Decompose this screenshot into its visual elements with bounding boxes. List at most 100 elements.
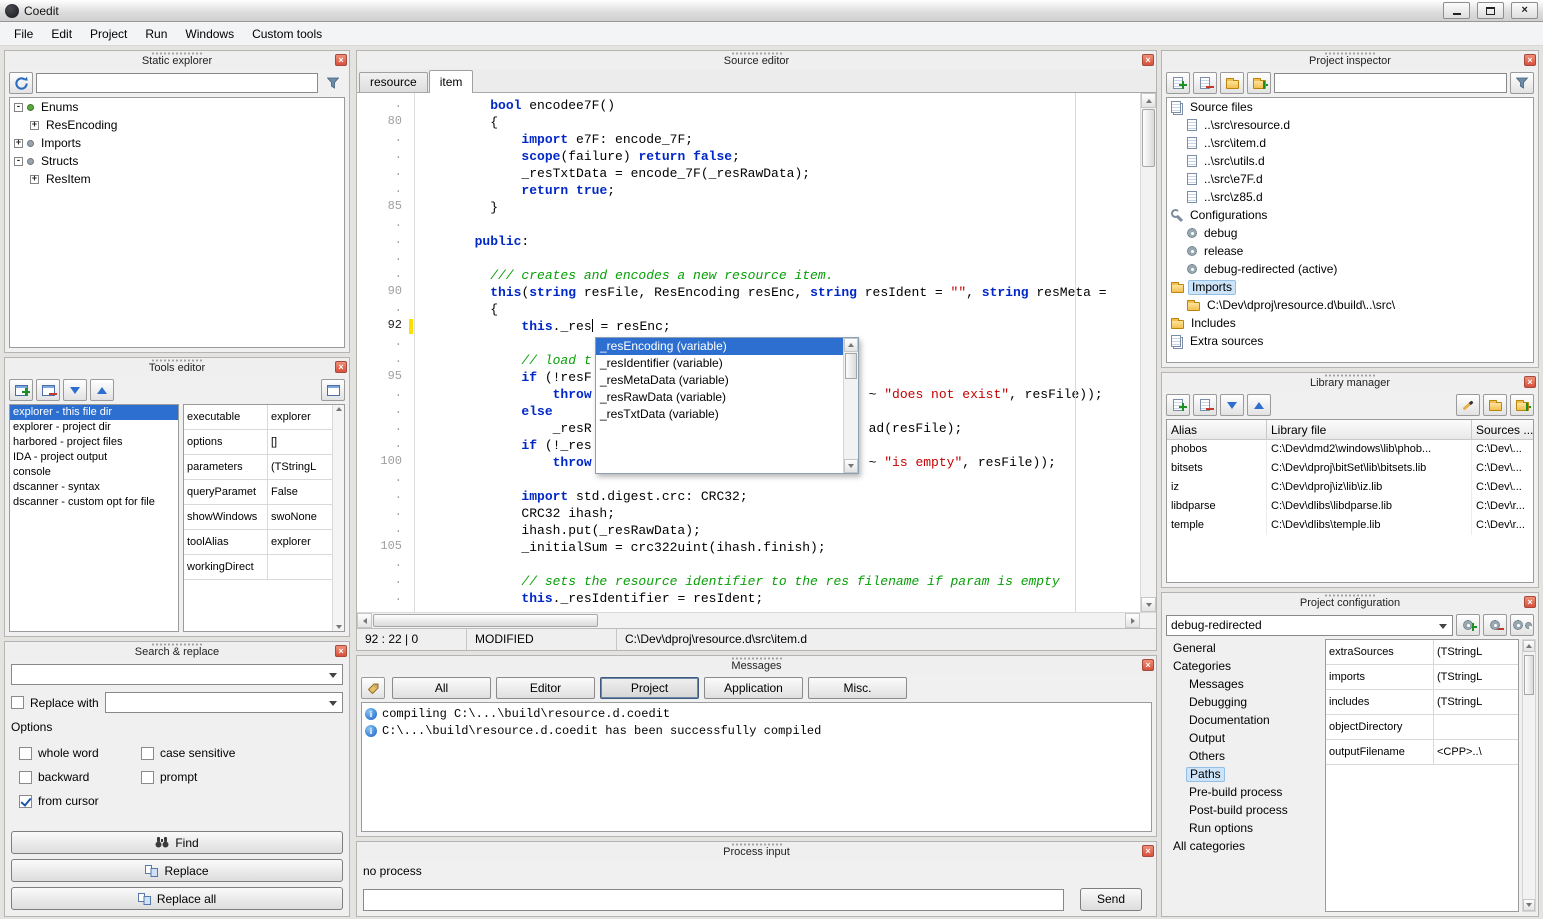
panel-grip[interactable] bbox=[731, 657, 783, 660]
close-panel-icon[interactable]: × bbox=[335, 54, 347, 66]
tree-item[interactable]: Others bbox=[1166, 747, 1322, 765]
menu-item-run[interactable]: Run bbox=[137, 24, 175, 44]
scrollbar-thumb[interactable] bbox=[845, 353, 857, 379]
replace-button[interactable]: Replace bbox=[11, 859, 343, 882]
tree-item[interactable]: Debugging bbox=[1166, 693, 1322, 711]
scroll-left-button[interactable] bbox=[357, 613, 372, 628]
checkbox[interactable] bbox=[141, 771, 154, 784]
close-panel-icon[interactable]: × bbox=[335, 361, 347, 373]
remove-library-button[interactable] bbox=[1193, 394, 1217, 416]
close-panel-icon[interactable]: × bbox=[1524, 376, 1536, 388]
tree-item[interactable]: Categories bbox=[1166, 657, 1322, 675]
scrollbar-thumb[interactable] bbox=[1524, 655, 1534, 695]
library-row[interactable]: izC:\Dev\dproj\iz\lib\iz.libC:\Dev\... bbox=[1167, 478, 1533, 497]
property-value[interactable] bbox=[1434, 715, 1518, 739]
scroll-up-button[interactable] bbox=[1141, 93, 1156, 108]
scrollbar-thumb[interactable] bbox=[1142, 109, 1155, 167]
edit-library-button[interactable] bbox=[1456, 394, 1480, 416]
property-value[interactable]: (TStringL bbox=[1434, 640, 1518, 664]
add-configuration-button[interactable] bbox=[1456, 614, 1480, 636]
menu-item-custom-tools[interactable]: Custom tools bbox=[244, 24, 330, 44]
property-value[interactable]: (TStringL bbox=[1434, 690, 1518, 714]
tree-item[interactable]: ..\src\z85.d bbox=[1167, 188, 1533, 206]
expand-icon[interactable]: + bbox=[30, 175, 39, 184]
tree-item[interactable]: ..\src\utils.d bbox=[1167, 152, 1533, 170]
tool-item[interactable]: explorer - project dir bbox=[10, 420, 178, 435]
tree-item[interactable]: -Enums bbox=[10, 98, 344, 116]
tree-item[interactable]: Documentation bbox=[1166, 711, 1322, 729]
close-panel-icon[interactable]: × bbox=[1142, 659, 1154, 671]
completion-item[interactable]: _resMetaData (variable) bbox=[596, 372, 843, 389]
tool-item[interactable]: harbored - project files bbox=[10, 435, 178, 450]
editor-code-area[interactable]: bool encodee7F() { import e7F: encode_7F… bbox=[415, 93, 1140, 612]
move-tool-up-button[interactable] bbox=[90, 379, 114, 401]
tree-item[interactable]: Configurations bbox=[1167, 206, 1533, 224]
property-value[interactable]: <CPP>..\ bbox=[1434, 740, 1518, 764]
panel-grip[interactable] bbox=[151, 359, 203, 362]
add-source-button[interactable] bbox=[1166, 72, 1190, 94]
completion-item[interactable]: _resEncoding (variable) bbox=[596, 338, 843, 355]
collapse-icon[interactable]: - bbox=[14, 103, 23, 112]
tab-item[interactable]: item bbox=[429, 70, 474, 93]
property-value[interactable]: explorer bbox=[268, 530, 332, 554]
completion-item[interactable]: _resRawData (variable) bbox=[596, 389, 843, 406]
tree-item[interactable]: Messages bbox=[1166, 675, 1322, 693]
property-value[interactable]: False bbox=[268, 480, 332, 504]
tree-item[interactable]: debug bbox=[1167, 224, 1533, 242]
menu-item-file[interactable]: File bbox=[6, 24, 41, 44]
add-tool-button[interactable] bbox=[9, 379, 33, 401]
tree-item[interactable]: +Imports bbox=[10, 134, 344, 152]
menu-item-edit[interactable]: Edit bbox=[43, 24, 80, 44]
tree-item[interactable]: ..\src\e7F.d bbox=[1167, 170, 1533, 188]
checkbox[interactable] bbox=[19, 747, 32, 760]
completion-item[interactable]: _resIdentifier (variable) bbox=[596, 355, 843, 372]
property-value[interactable]: explorer bbox=[268, 405, 332, 429]
grid-scrollbar[interactable] bbox=[332, 405, 344, 631]
filter-button[interactable] bbox=[321, 72, 345, 94]
move-tool-down-button[interactable] bbox=[63, 379, 87, 401]
panel-grip[interactable] bbox=[1324, 594, 1376, 597]
add-library-folder-button[interactable] bbox=[1510, 394, 1534, 416]
close-panel-icon[interactable]: × bbox=[1142, 845, 1154, 857]
column-header[interactable]: Library file bbox=[1267, 420, 1472, 439]
column-header[interactable]: Alias bbox=[1167, 420, 1267, 439]
close-panel-icon[interactable]: × bbox=[335, 645, 347, 657]
replace-all-button[interactable]: Replace all bbox=[11, 887, 343, 910]
replace-combobox[interactable] bbox=[105, 692, 343, 713]
panel-grip[interactable] bbox=[1324, 374, 1376, 377]
tree-item[interactable]: Paths bbox=[1166, 765, 1322, 783]
tree-item[interactable]: debug-redirected (active) bbox=[1167, 260, 1533, 278]
filter-button-application[interactable]: Application bbox=[704, 677, 803, 699]
panel-grip[interactable] bbox=[1324, 52, 1376, 55]
tree-item[interactable]: Post-build process bbox=[1166, 801, 1322, 819]
add-library-button[interactable] bbox=[1166, 394, 1190, 416]
configuration-combobox[interactable]: debug-redirected bbox=[1166, 615, 1453, 636]
maximize-button[interactable] bbox=[1477, 2, 1504, 19]
property-value[interactable]: swoNone bbox=[268, 505, 332, 529]
checkbox[interactable] bbox=[141, 747, 154, 760]
filter-button-editor[interactable]: Editor bbox=[496, 677, 595, 699]
scroll-down-button[interactable] bbox=[1523, 899, 1535, 911]
filter-button-all[interactable]: All bbox=[392, 677, 491, 699]
editor-vscrollbar[interactable] bbox=[1140, 93, 1156, 612]
expand-icon[interactable]: + bbox=[14, 139, 23, 148]
property-value[interactable]: (TStringL bbox=[268, 455, 332, 479]
move-library-up-button[interactable] bbox=[1247, 394, 1271, 416]
replace-with-checkbox[interactable] bbox=[11, 696, 24, 709]
scroll-down-button[interactable] bbox=[1141, 597, 1156, 612]
close-button[interactable]: × bbox=[1511, 2, 1538, 19]
clear-messages-button[interactable] bbox=[361, 677, 385, 699]
search-combobox[interactable] bbox=[11, 664, 343, 685]
minimize-button[interactable] bbox=[1443, 2, 1470, 19]
panel-grip[interactable] bbox=[731, 843, 783, 846]
tool-item[interactable]: IDA - project output bbox=[10, 450, 178, 465]
scroll-right-button[interactable] bbox=[1125, 613, 1140, 628]
scroll-down-button[interactable] bbox=[844, 459, 858, 473]
tree-item[interactable]: All categories bbox=[1166, 837, 1322, 855]
close-panel-icon[interactable]: × bbox=[1142, 54, 1154, 66]
remove-configuration-button[interactable] bbox=[1483, 614, 1507, 636]
filter-button-project[interactable]: Project bbox=[600, 677, 699, 699]
tree-item[interactable]: +ResEncoding bbox=[10, 116, 344, 134]
library-row[interactable]: bitsetsC:\Dev\dproj\bitSet\lib\bitsets.l… bbox=[1167, 459, 1533, 478]
send-button[interactable]: Send bbox=[1080, 888, 1142, 911]
